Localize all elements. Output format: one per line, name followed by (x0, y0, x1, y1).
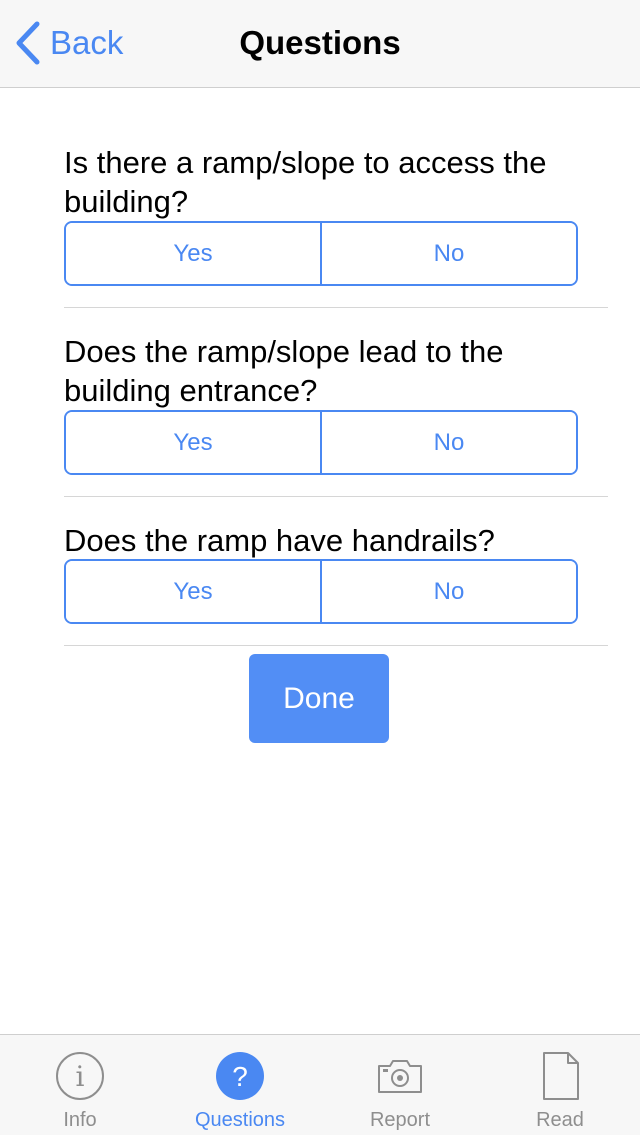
question-1: Is there a ramp/slope to access the buil… (64, 143, 578, 286)
tab-label: Info (63, 1109, 97, 1131)
question-2: Does the ramp/slope lead to the building… (64, 332, 578, 475)
done-button[interactable]: Done (249, 654, 389, 743)
document-icon (543, 1052, 579, 1100)
yes-button[interactable]: Yes (66, 223, 320, 284)
info-icon: i (56, 1052, 104, 1100)
yes-no-segmented-control: Yes No (64, 221, 578, 286)
tab-info[interactable]: i Info (0, 1035, 160, 1135)
tab-report[interactable]: Report (320, 1035, 480, 1135)
yes-button[interactable]: Yes (66, 561, 320, 622)
yes-no-segmented-control: Yes No (64, 559, 578, 624)
no-button[interactable]: No (320, 561, 576, 622)
yes-no-segmented-control: Yes No (64, 410, 578, 475)
divider (64, 645, 608, 646)
svg-text:?: ? (232, 1061, 248, 1092)
question-3: Does the ramp have handrails? Yes No (64, 521, 578, 624)
question-text: Does the ramp/slope lead to the building… (64, 334, 504, 408)
divider (64, 496, 608, 497)
tab-read[interactable]: Read (480, 1035, 640, 1135)
tab-label: Questions (194, 1109, 286, 1131)
page-title: Questions (239, 24, 401, 61)
tab-bar: i Info ? Questions Report Read (0, 1034, 640, 1135)
camera-icon (378, 1060, 422, 1093)
no-button[interactable]: No (320, 223, 576, 284)
question-text: Does the ramp have handrails? (64, 523, 495, 558)
question-text: Is there a ramp/slope to access the buil… (64, 145, 547, 219)
tab-label: Report (369, 1109, 431, 1131)
divider (64, 307, 608, 308)
question-icon: ? (216, 1052, 264, 1100)
tab-questions[interactable]: ? Questions (160, 1035, 320, 1135)
no-button[interactable]: No (320, 412, 576, 473)
navigation-bar: Back Questions (0, 0, 640, 88)
svg-text:i: i (76, 1060, 85, 1093)
tab-label: Read (536, 1109, 584, 1131)
yes-button[interactable]: Yes (66, 412, 320, 473)
